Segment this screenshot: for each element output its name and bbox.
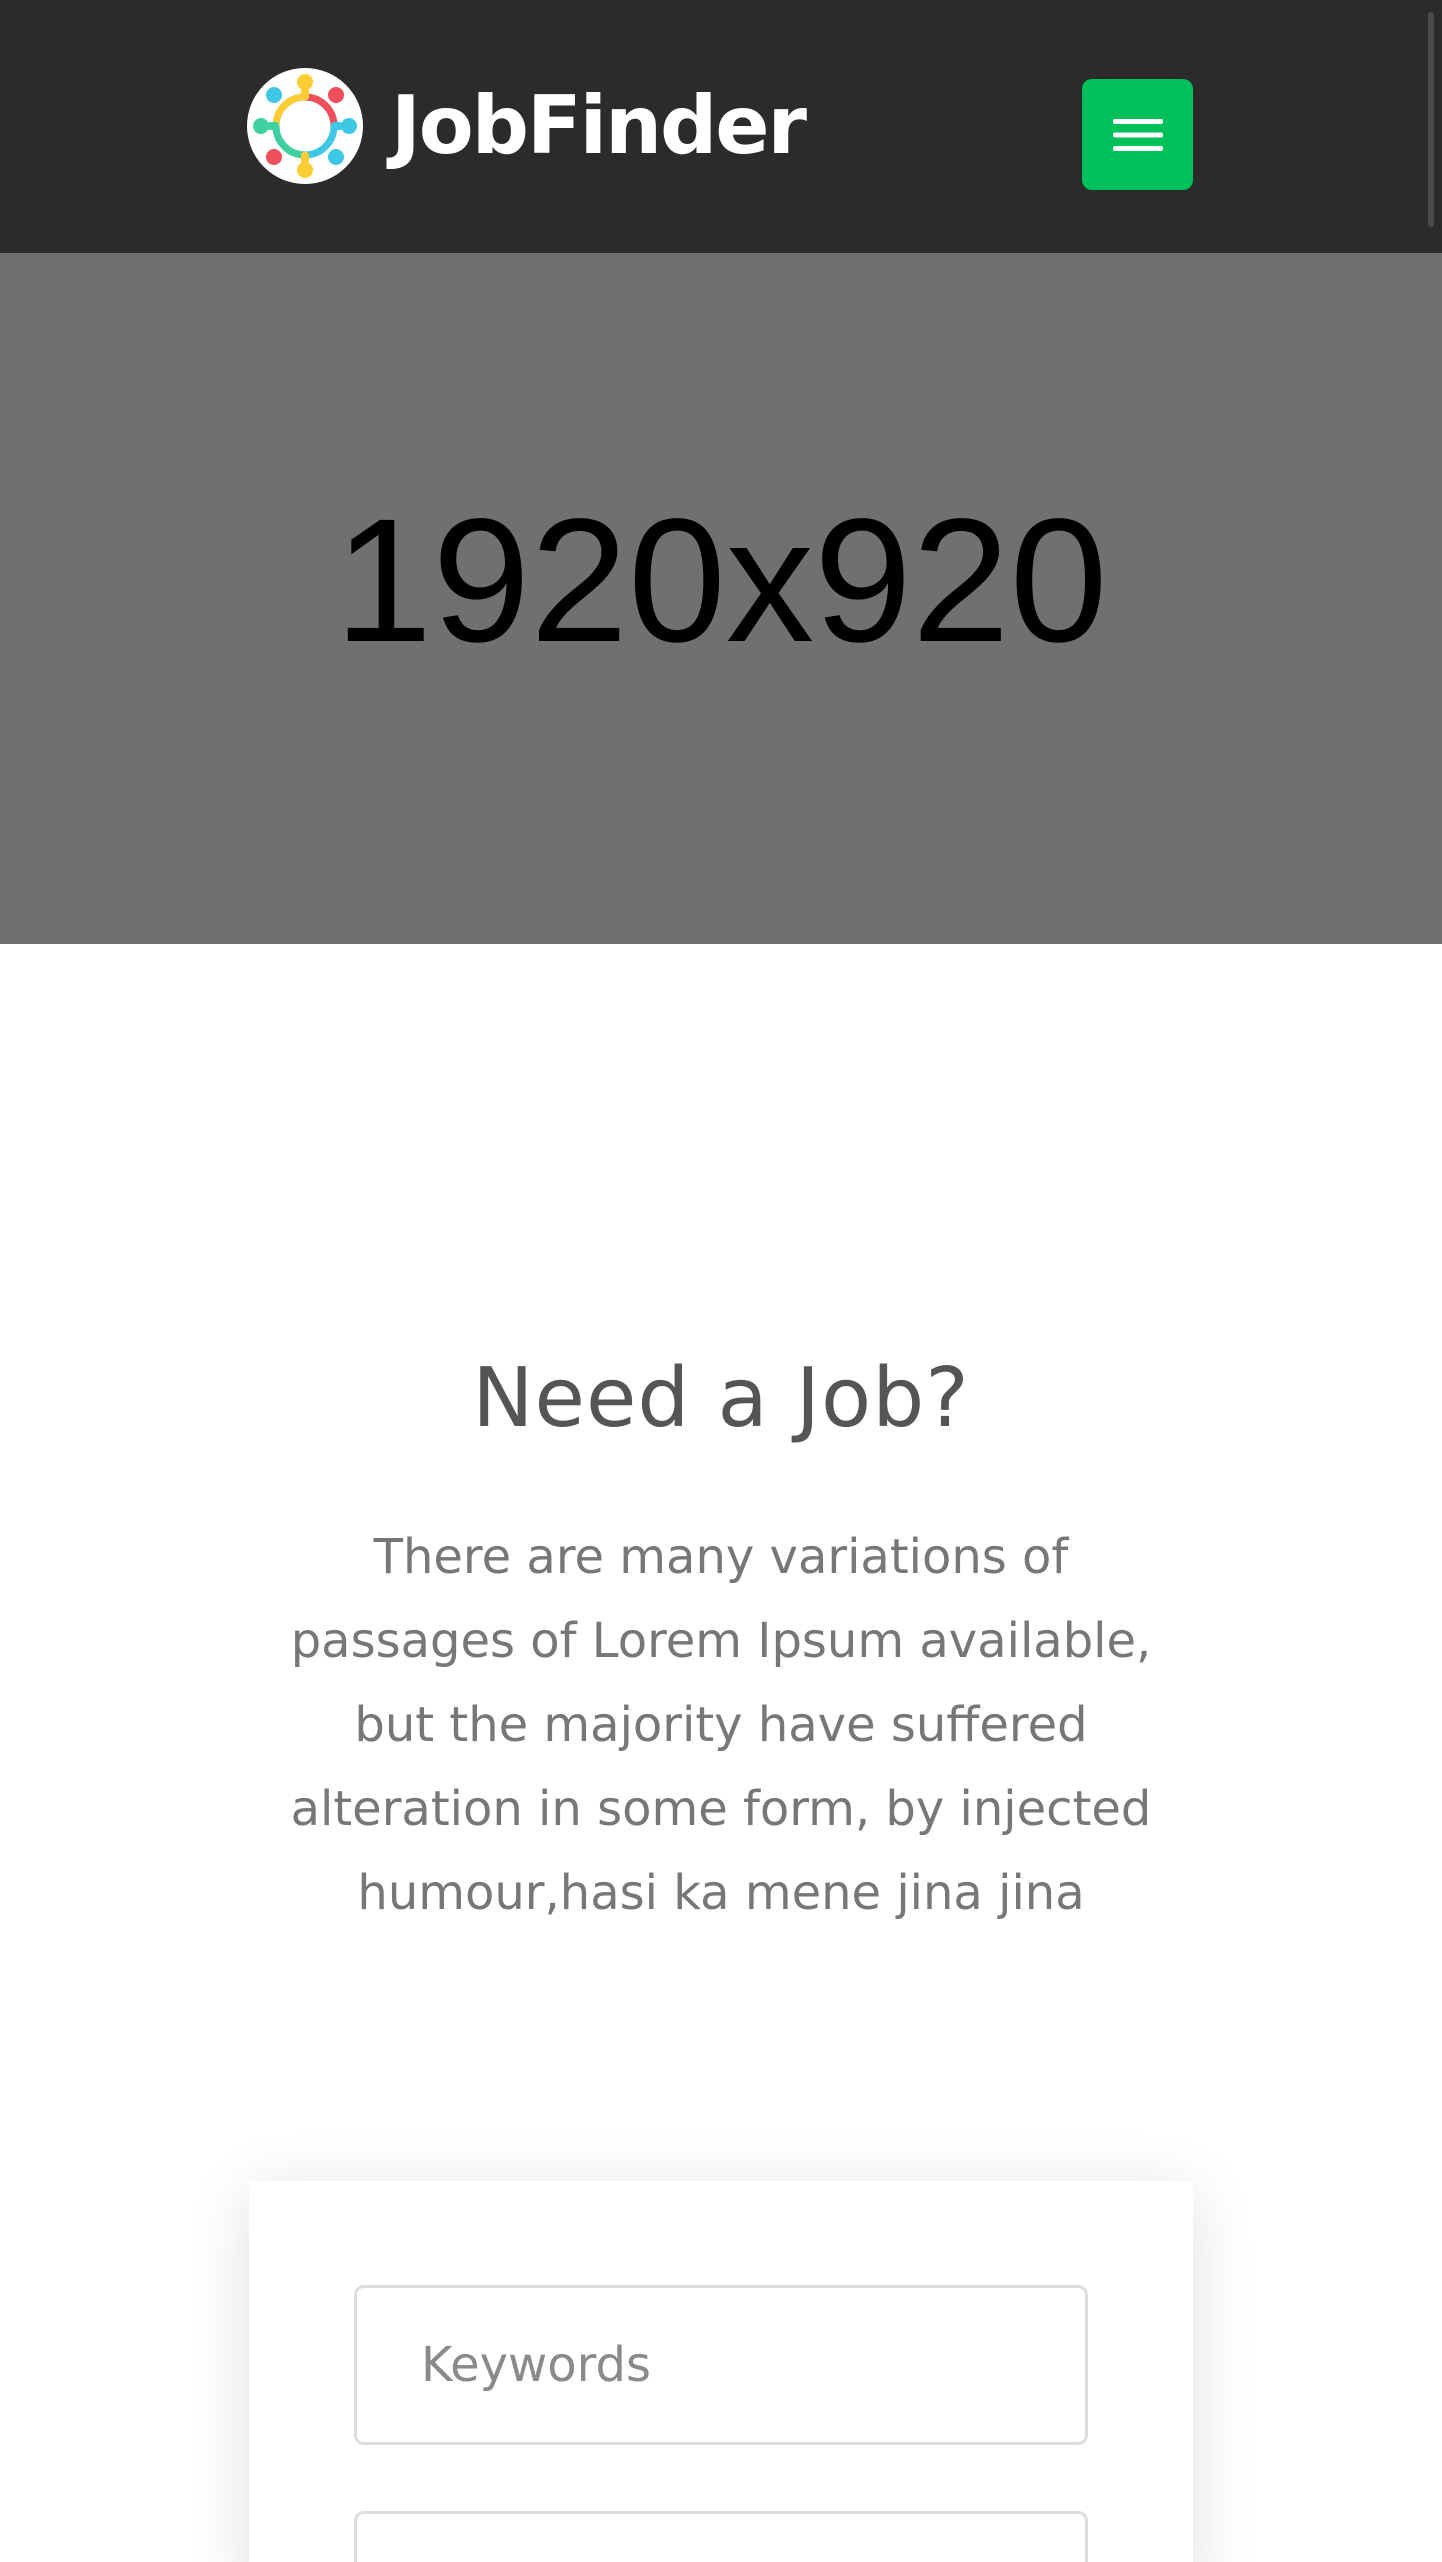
location-input[interactable] (354, 2511, 1088, 2562)
intro-title: Need a Job? (472, 1351, 970, 1446)
job-search-card (249, 2181, 1193, 2562)
hero-image-placeholder: 1920x920 (0, 253, 1442, 944)
menu-toggle-button[interactable] (1082, 79, 1193, 190)
brand-name: JobFinder (391, 79, 807, 172)
hero-placeholder-label: 1920x920 (334, 483, 1108, 679)
keywords-input[interactable] (354, 2285, 1088, 2445)
intro-description: There are many variations of passages of… (290, 1529, 1152, 1921)
hamburger-menu-icon (1112, 118, 1163, 151)
brand-logo-link[interactable]: JobFinder (247, 68, 807, 184)
people-circle-logo-icon (247, 68, 363, 184)
page: JobFinder 1920x920 Need a Job? There are… (0, 0, 1442, 2562)
scrollbar-thumb[interactable] (1428, 12, 1434, 227)
site-header: JobFinder (0, 0, 1442, 253)
